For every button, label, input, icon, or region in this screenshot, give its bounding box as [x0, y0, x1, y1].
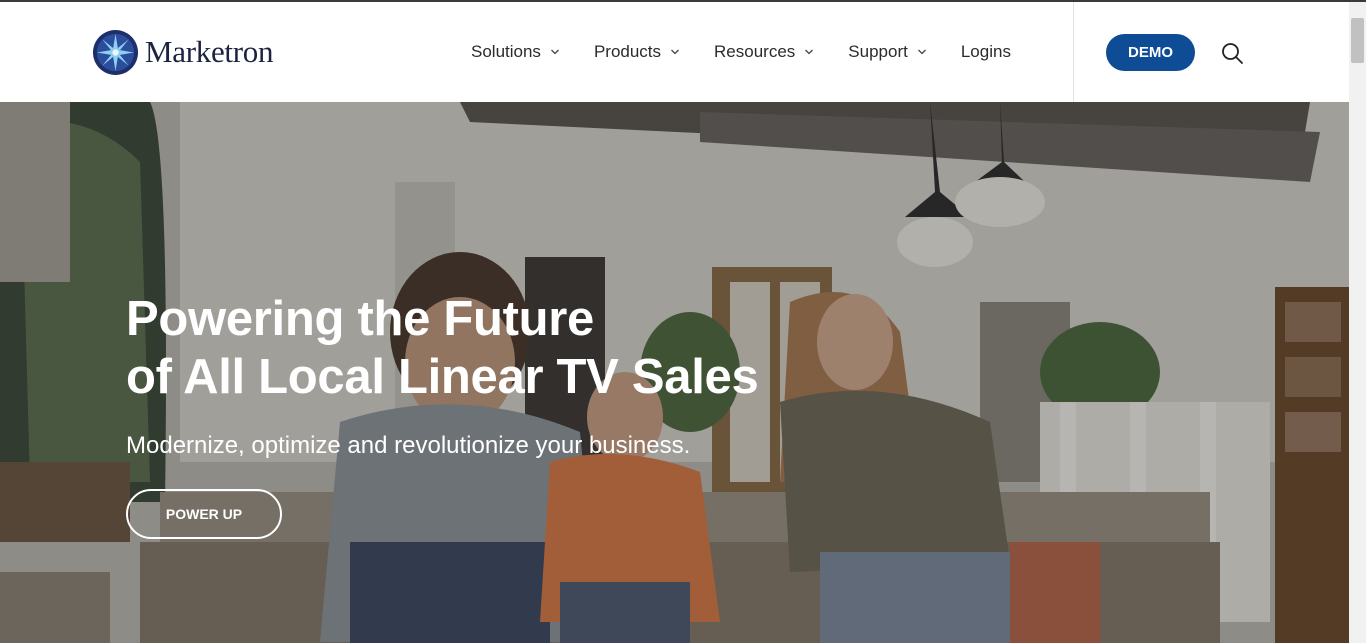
chevron-down-icon: [671, 49, 679, 55]
demo-button[interactable]: DEMO: [1106, 34, 1195, 71]
hero-title: Powering the Future of All Local Linear …: [126, 290, 759, 406]
chevron-down-icon: [805, 49, 814, 55]
nav-item-label: Support: [848, 42, 908, 61]
hero-subtitle: Modernize, optimize and revolutionize yo…: [126, 432, 691, 459]
nav-item-label: Products: [593, 42, 662, 61]
nav-item-logins[interactable]: Logins: [961, 42, 1011, 62]
hero-section: Powering the Future of All Local Linear …: [0, 102, 1349, 643]
nav-item-label: Solutions: [471, 42, 541, 61]
nav-item-support[interactable]: Support: [848, 42, 927, 62]
chevron-down-icon: [550, 49, 559, 55]
hero-title-line-1: Powering the Future: [126, 292, 594, 346]
nav-item-label: Logins: [960, 42, 1011, 61]
site-header: Marketron Solutions Products Resources S…: [0, 2, 1349, 102]
star-burst-logo-icon: [92, 29, 139, 75]
brand-logo[interactable]: Marketron: [92, 28, 273, 76]
chevron-down-icon: [917, 49, 926, 55]
nav-item-resources[interactable]: Resources: [714, 42, 814, 62]
page-scrollbar[interactable]: [1349, 2, 1366, 643]
scrollbar-thumb[interactable]: [1351, 18, 1364, 63]
search-icon[interactable]: [1220, 41, 1244, 65]
nav-item-solutions[interactable]: Solutions: [471, 42, 560, 62]
power-up-button[interactable]: POWER UP: [126, 489, 282, 539]
main-nav: Solutions Products Resources Support Log…: [471, 40, 1011, 64]
brand-name: Marketron: [145, 34, 274, 69]
nav-item-label: Resources: [714, 42, 796, 61]
header-divider: [1073, 2, 1074, 102]
nav-item-products[interactable]: Products: [594, 42, 680, 62]
hero-title-line-2: of All Local Linear TV Sales: [126, 350, 759, 404]
